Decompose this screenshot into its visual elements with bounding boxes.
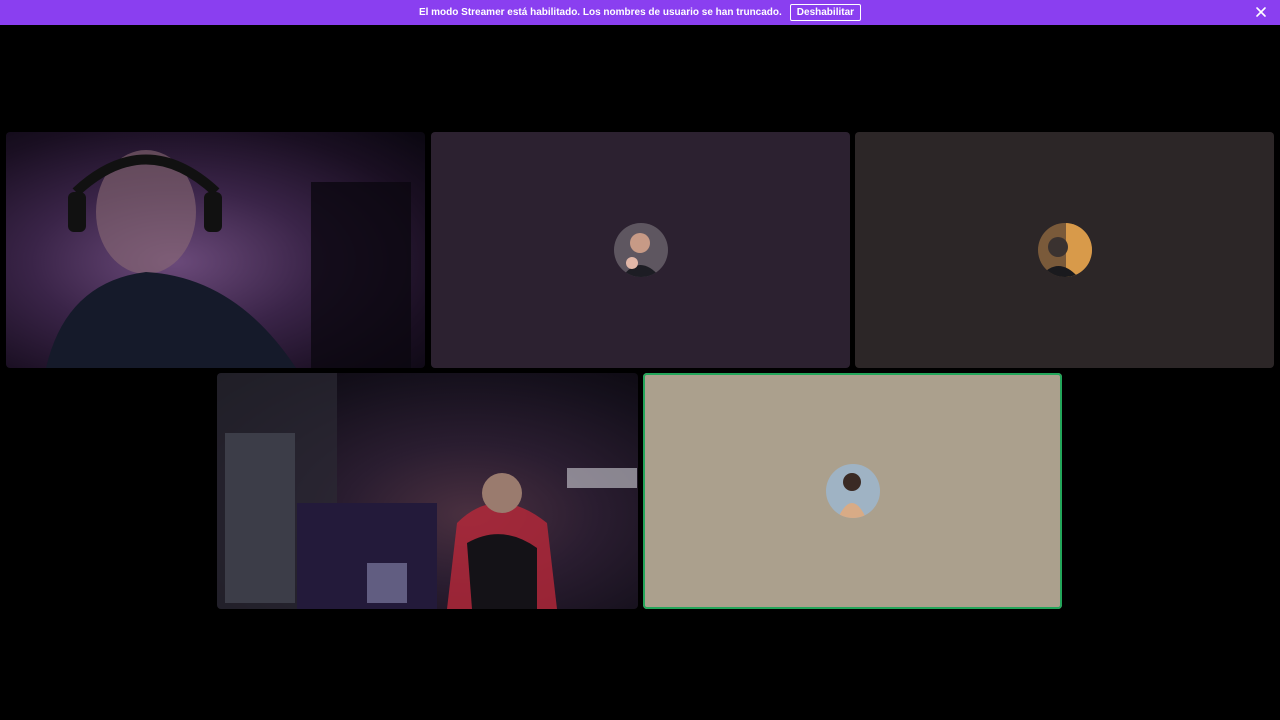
participant-video-tile[interactable] (217, 373, 638, 609)
user-avatar-icon (825, 464, 880, 518)
streamer-mode-banner: El modo Streamer está habilitado. Los no… (0, 0, 1280, 25)
participant-avatar-tile-speaking[interactable] (643, 373, 1062, 609)
participant-avatar-tile[interactable] (431, 132, 850, 368)
user-avatar-icon (613, 223, 668, 277)
disable-streamer-mode-button[interactable]: Deshabilitar (789, 4, 862, 21)
close-icon[interactable] (1254, 5, 1268, 19)
participant-avatar-tile[interactable] (855, 132, 1274, 368)
streamer-mode-message: El modo Streamer está habilitado. Los no… (418, 7, 782, 18)
user-avatar-icon (1037, 223, 1092, 277)
participant-video-feed (217, 373, 637, 609)
participant-video-tile[interactable] (6, 132, 425, 368)
participant-video-feed (46, 150, 411, 368)
